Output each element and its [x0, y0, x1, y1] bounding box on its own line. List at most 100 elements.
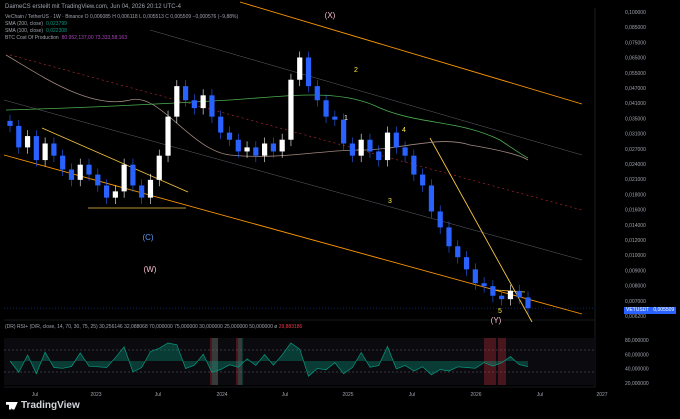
candle-body — [191, 100, 197, 109]
candle-body — [341, 119, 347, 144]
candle-body — [209, 95, 215, 117]
candle-body — [305, 57, 312, 87]
candle-body — [68, 169, 75, 180]
rsi-tick-label: 40,000000 — [625, 367, 649, 373]
price-tick-label: 0,027000 — [625, 147, 646, 153]
last-price-badge: 0,005509 — [651, 307, 677, 314]
rsi-last: 29,883186 — [278, 324, 303, 330]
candle-body — [103, 185, 110, 198]
candle-body — [279, 139, 285, 152]
price-tick-label: 0,085000 — [625, 25, 646, 31]
candle-body — [174, 86, 180, 117]
candle-body — [244, 147, 250, 152]
time-tick-label: 2025 — [342, 392, 353, 398]
candle-body — [77, 164, 83, 180]
wave-label: (Y) — [491, 316, 502, 325]
candle-body — [42, 143, 48, 161]
wave-label: (W) — [144, 265, 157, 274]
candle-body — [472, 269, 478, 284]
candle-body — [156, 155, 162, 180]
wave-label: 2 — [354, 67, 358, 74]
candle-body — [367, 139, 373, 152]
candle-body — [393, 132, 399, 148]
candle-body — [16, 125, 22, 148]
time-tick-label: Jul — [282, 392, 288, 398]
candle-body — [24, 136, 31, 148]
wave-label: (C) — [142, 233, 153, 242]
symbol-badge: VETUSDT — [624, 307, 652, 314]
tradingview-logo-icon — [6, 401, 18, 410]
candle-body — [428, 185, 435, 212]
price-tick-label: 0,006200 — [625, 314, 646, 320]
candle-body — [420, 174, 426, 186]
price-tick-label: 0,075000 — [625, 40, 646, 46]
candle-body — [437, 211, 443, 228]
time-tick-label: Jul — [32, 392, 38, 398]
candle-body — [226, 132, 233, 140]
candle-body — [323, 100, 329, 117]
price-tick-label: 0,018000 — [625, 192, 646, 198]
price-tick-label: 0,016000 — [625, 208, 646, 214]
candle-body — [139, 185, 145, 198]
price-tick-label: 0,055000 — [625, 71, 646, 77]
wave-label: (X) — [325, 11, 336, 20]
price-tick-label: 0,100000 — [625, 10, 646, 16]
price-tick-label: 0,012000 — [625, 238, 646, 244]
price-badge: VETUSDT 0,005509 — [624, 307, 679, 314]
candle-body — [253, 147, 259, 156]
candle-body — [121, 164, 127, 192]
rsi-tick-label: 20,000000 — [625, 381, 649, 387]
rsi-values: 30,256146 32,088068 70,000000 75,000000 … — [99, 324, 278, 330]
price-tick-label: 0,007000 — [625, 299, 646, 305]
candle-body — [332, 116, 338, 120]
time-tick-label: 2023 — [90, 392, 101, 398]
candle-body — [182, 86, 189, 101]
chart-root: DaimeCS ersteilt mit TradingView.com, Ju… — [0, 0, 680, 419]
candle-body — [402, 147, 408, 156]
candle-body — [490, 286, 496, 296]
price-tick-label: 0,009000 — [625, 268, 646, 274]
candle-body — [7, 120, 13, 126]
time-tick-label: Jul — [155, 392, 161, 398]
time-tick-label: 2024 — [216, 392, 227, 398]
candle-body — [235, 139, 241, 152]
candle-body — [270, 143, 276, 152]
candle-body — [218, 116, 224, 133]
price-tick-label: 0,021000 — [625, 177, 646, 183]
candle-body — [95, 174, 101, 186]
time-tick-label: Jul — [409, 392, 415, 398]
candle-body — [147, 179, 154, 198]
price-tick-label: 0,065000 — [625, 56, 646, 62]
candle-body — [51, 143, 57, 156]
candle-body — [384, 132, 391, 161]
candle-body — [288, 79, 294, 140]
time-tick-label: Jul — [537, 392, 543, 398]
rsi-tick-label: 80,000000 — [625, 338, 649, 344]
candle-body — [262, 143, 268, 156]
upper-mid-line — [149, 29, 583, 156]
candle-body — [525, 297, 531, 309]
candle-body — [314, 86, 320, 101]
price-chart[interactable]: 0,100000 0,085000 0,075000 0,065000 0,055000… — [0, 0, 680, 419]
candle-body — [349, 143, 356, 156]
price-tick-label: 0,035000 — [625, 116, 646, 122]
candle-body — [33, 136, 39, 161]
candle-body — [411, 155, 417, 175]
rsi-label[interactable]: (DR) RSI+ (D/R, close, 14, 70, 30, 75, 2… — [5, 324, 98, 330]
price-tick-label: 0,010000 — [625, 253, 646, 259]
wave-label: 1 — [344, 115, 348, 122]
candle-body — [165, 116, 171, 156]
candle-body — [376, 151, 382, 161]
price-tick-label: 0,014000 — [625, 223, 646, 229]
candle-body — [455, 246, 461, 258]
candle-body — [516, 290, 522, 298]
candle-body — [297, 57, 303, 80]
brand-name: TradingView — [21, 400, 80, 411]
wave-label: 5 — [498, 308, 502, 315]
price-tick-label: 0,041000 — [625, 101, 646, 107]
candle-body — [358, 139, 364, 156]
candle-body — [112, 191, 118, 198]
candle-body — [481, 283, 487, 287]
price-tick-label: 0,031000 — [625, 132, 646, 138]
wave-label: 3 — [388, 198, 392, 205]
